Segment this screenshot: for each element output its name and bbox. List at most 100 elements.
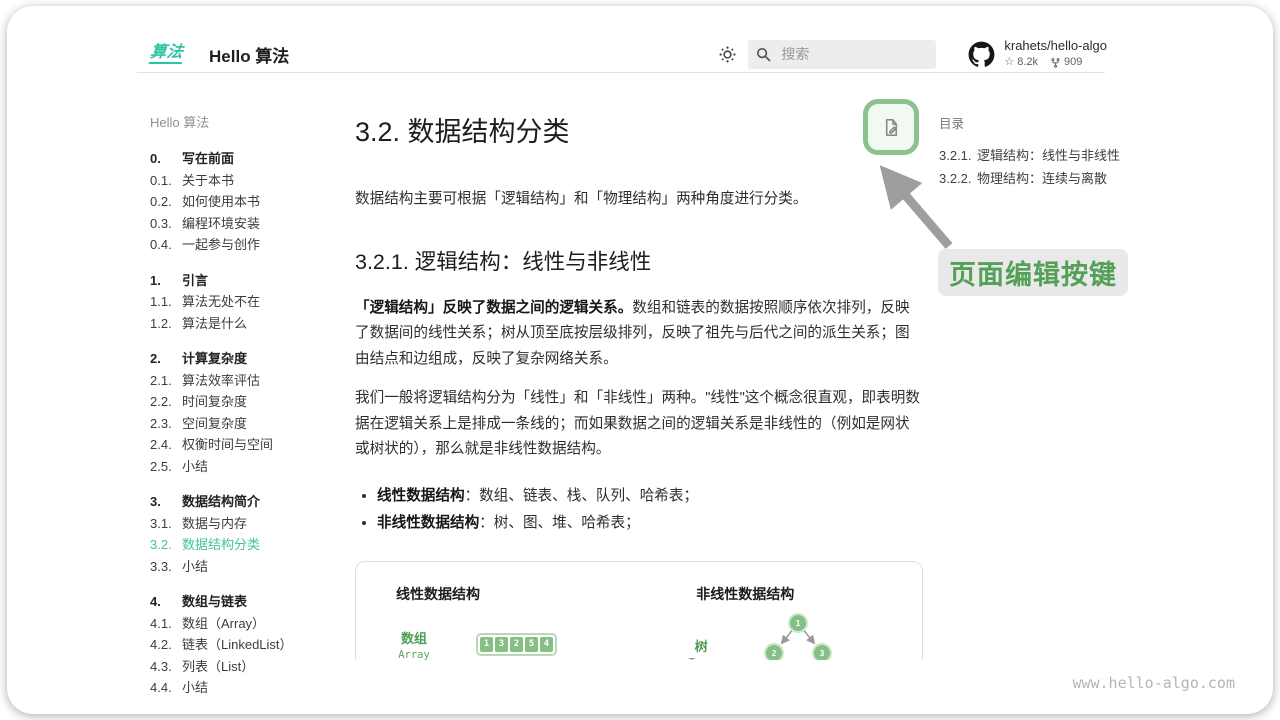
sidebar-item[interactable]: 3.数据结构简介 bbox=[150, 491, 350, 513]
sidebar-item-number: 0.4. bbox=[150, 234, 182, 256]
annotation-label: 页面编辑按键 bbox=[938, 249, 1128, 296]
sidebar-item-label: 数组（Array） bbox=[182, 616, 265, 631]
bullet-item: 非线性数据结构：树、图、堆、哈希表； bbox=[377, 510, 923, 537]
sidebar-item-label: 列表（List） bbox=[182, 659, 254, 674]
search-icon bbox=[756, 47, 771, 62]
toc-list: 3.2.1.逻辑结构：线性与非线性3.2.2.物理结构：连续与离散 bbox=[939, 144, 1154, 190]
sidebar-item-label: 数据与内存 bbox=[182, 516, 247, 531]
sidebar-item[interactable]: 2.2.时间复杂度 bbox=[150, 391, 350, 413]
sidebar-item-number: 2. bbox=[150, 348, 182, 370]
toc-item-number: 3.2.2. bbox=[939, 167, 977, 190]
bold-lead: 「逻辑结构」反映了数据之间的逻辑关系。 bbox=[355, 300, 632, 316]
toc-item[interactable]: 3.2.1.逻辑结构：线性与非线性 bbox=[939, 144, 1154, 167]
github-repo-stats: ☆8.2k 909 bbox=[1004, 56, 1107, 70]
sidebar-item[interactable]: 4.数组与链表 bbox=[150, 591, 350, 613]
sidebar-item-active[interactable]: 3.2.数据结构分类 bbox=[150, 534, 350, 556]
sidebar-item[interactable]: 2.5.小结 bbox=[150, 456, 350, 478]
sidebar-item[interactable]: 4.3.列表（List） bbox=[150, 656, 350, 678]
data-structures-figure: 线性数据结构 数组 Array 13254 链表 Linked List 132… bbox=[355, 561, 923, 661]
sidebar-nav: Hello 算法0.写在前面0.1.关于本书0.2.如何使用本书0.3.编程环境… bbox=[150, 112, 350, 699]
sidebar-item-label: 引言 bbox=[182, 273, 208, 288]
array-row: 数组 Array 13254 bbox=[366, 628, 666, 661]
sidebar-item-label: 算法是什么 bbox=[182, 316, 247, 331]
sidebar-item-number: 0.1. bbox=[150, 170, 182, 192]
sidebar-item[interactable]: 4.2.链表（LinkedList） bbox=[150, 634, 350, 656]
sidebar-item-number: 4.1. bbox=[150, 613, 182, 635]
sidebar-item-label: 编程环境安装 bbox=[182, 216, 260, 231]
sidebar-item[interactable]: 0.3.编程环境安装 bbox=[150, 213, 350, 235]
tree-svg: 1234567 bbox=[736, 612, 861, 661]
sidebar-item[interactable]: 2.4.权衡时间与空间 bbox=[150, 434, 350, 456]
logic-structure-paragraph: 「逻辑结构」反映了数据之间的逻辑关系。数组和链表的数据按照顺序依次排列，反映了数… bbox=[355, 296, 923, 373]
sidebar-item[interactable]: 2.计算复杂度 bbox=[150, 348, 350, 370]
github-logo-icon bbox=[968, 41, 995, 68]
sidebar-item[interactable]: 2.1.算法效率评估 bbox=[150, 370, 350, 392]
array-cell: 1 bbox=[480, 637, 493, 652]
sidebar-item-label: 数据结构简介 bbox=[182, 494, 260, 509]
linear-column-title: 线性数据结构 bbox=[396, 584, 666, 604]
sidebar-item-label: 数据结构分类 bbox=[182, 537, 260, 552]
sidebar-item[interactable]: 2.3.空间复杂度 bbox=[150, 413, 350, 435]
sidebar-item-label: 如何使用本书 bbox=[182, 194, 260, 209]
toc-item[interactable]: 3.2.2.物理结构：连续与离散 bbox=[939, 167, 1154, 190]
site-title: Hello 算法 bbox=[209, 42, 289, 67]
sidebar-item-label: 写在前面 bbox=[182, 151, 234, 166]
sidebar-item[interactable]: 4.1.数组（Array） bbox=[150, 613, 350, 635]
sidebar-item-label: 链表（LinkedList） bbox=[182, 637, 293, 652]
sidebar-item[interactable]: 0.1.关于本书 bbox=[150, 170, 350, 192]
github-repo-name: krahets/hello-algo bbox=[1004, 38, 1107, 54]
nonlinear-column: 非线性数据结构 树 Tree 1234567 图 Graph 12345 bbox=[666, 576, 912, 661]
sidebar-item[interactable]: 1.引言 bbox=[150, 270, 350, 292]
fork-count: 909 bbox=[1064, 56, 1082, 70]
page-edit-button[interactable] bbox=[863, 99, 919, 155]
sidebar-item-number: 2.1. bbox=[150, 370, 182, 392]
sidebar-item-number: 4.2. bbox=[150, 634, 182, 656]
array-cell: 2 bbox=[510, 637, 523, 652]
sidebar-item-number: 3.1. bbox=[150, 513, 182, 535]
sidebar-item-number: 0.3. bbox=[150, 213, 182, 235]
sidebar-item[interactable]: 1.2.算法是什么 bbox=[150, 313, 350, 335]
header-divider bbox=[137, 72, 1105, 73]
site-url: www.hello-algo.com bbox=[1072, 674, 1235, 692]
sidebar-item-number: 3.2. bbox=[150, 534, 182, 556]
sidebar-item-number: 0.2. bbox=[150, 191, 182, 213]
sidebar-item[interactable]: 0.写在前面 bbox=[150, 148, 350, 170]
theme-toggle-button[interactable] bbox=[718, 45, 736, 63]
tree-row: 树 Tree 1234567 bbox=[666, 612, 912, 661]
sidebar-item-number: 4.4. bbox=[150, 677, 182, 699]
sidebar-item: Hello 算法 bbox=[150, 112, 350, 133]
fork-icon bbox=[1050, 57, 1061, 69]
toc-item-label: 物理结构：连续与离散 bbox=[977, 171, 1107, 186]
sidebar-item-number: 3.3. bbox=[150, 556, 182, 578]
sidebar-item-number: 2.3. bbox=[150, 413, 182, 435]
sidebar-item[interactable]: 1.1.算法无处不在 bbox=[150, 291, 350, 313]
sidebar-item-label: Hello 算法 bbox=[150, 115, 209, 130]
search-box[interactable] bbox=[748, 40, 936, 69]
nonlinear-column-title: 非线性数据结构 bbox=[696, 584, 912, 604]
sidebar-item[interactable]: 3.1.数据与内存 bbox=[150, 513, 350, 535]
star-icon: ☆ bbox=[1004, 56, 1014, 70]
sidebar-item[interactable]: 3.3.小结 bbox=[150, 556, 350, 578]
edit-file-icon bbox=[880, 116, 903, 139]
array-diagram: 13254 bbox=[476, 633, 557, 656]
github-repo-link[interactable]: krahets/hello-algo ☆8.2k 909 bbox=[968, 38, 1107, 70]
sidebar-item[interactable]: 0.4.一起参与创作 bbox=[150, 234, 350, 256]
sidebar-item-number: 0. bbox=[150, 148, 182, 170]
toc-panel: 目录 3.2.1.逻辑结构：线性与非线性3.2.2.物理结构：连续与离散 bbox=[939, 113, 1154, 190]
linear-nonlinear-paragraph: 我们一般将逻辑结构分为「线性」和「非线性」两种。"线性"这个概念很直观，即表明数… bbox=[355, 386, 923, 463]
array-label-en: Array bbox=[366, 649, 462, 661]
sidebar-item-number: 4. bbox=[150, 591, 182, 613]
sidebar-item-label: 时间复杂度 bbox=[182, 394, 247, 409]
site-logo[interactable]: 算法 bbox=[149, 45, 185, 64]
array-cell: 3 bbox=[495, 637, 508, 652]
toc-item-label: 逻辑结构：线性与非线性 bbox=[977, 148, 1120, 163]
search-input[interactable] bbox=[779, 45, 923, 63]
bullet-bold: 线性数据结构 bbox=[377, 488, 465, 504]
array-cell: 4 bbox=[540, 637, 553, 652]
sidebar-item-label: 小结 bbox=[182, 459, 208, 474]
sidebar-item-label: 权衡时间与空间 bbox=[182, 437, 273, 452]
sidebar-item[interactable]: 0.2.如何使用本书 bbox=[150, 191, 350, 213]
sidebar-item-number: 2.4. bbox=[150, 434, 182, 456]
svg-text:2: 2 bbox=[772, 648, 777, 657]
sidebar-item[interactable]: 4.4.小结 bbox=[150, 677, 350, 699]
